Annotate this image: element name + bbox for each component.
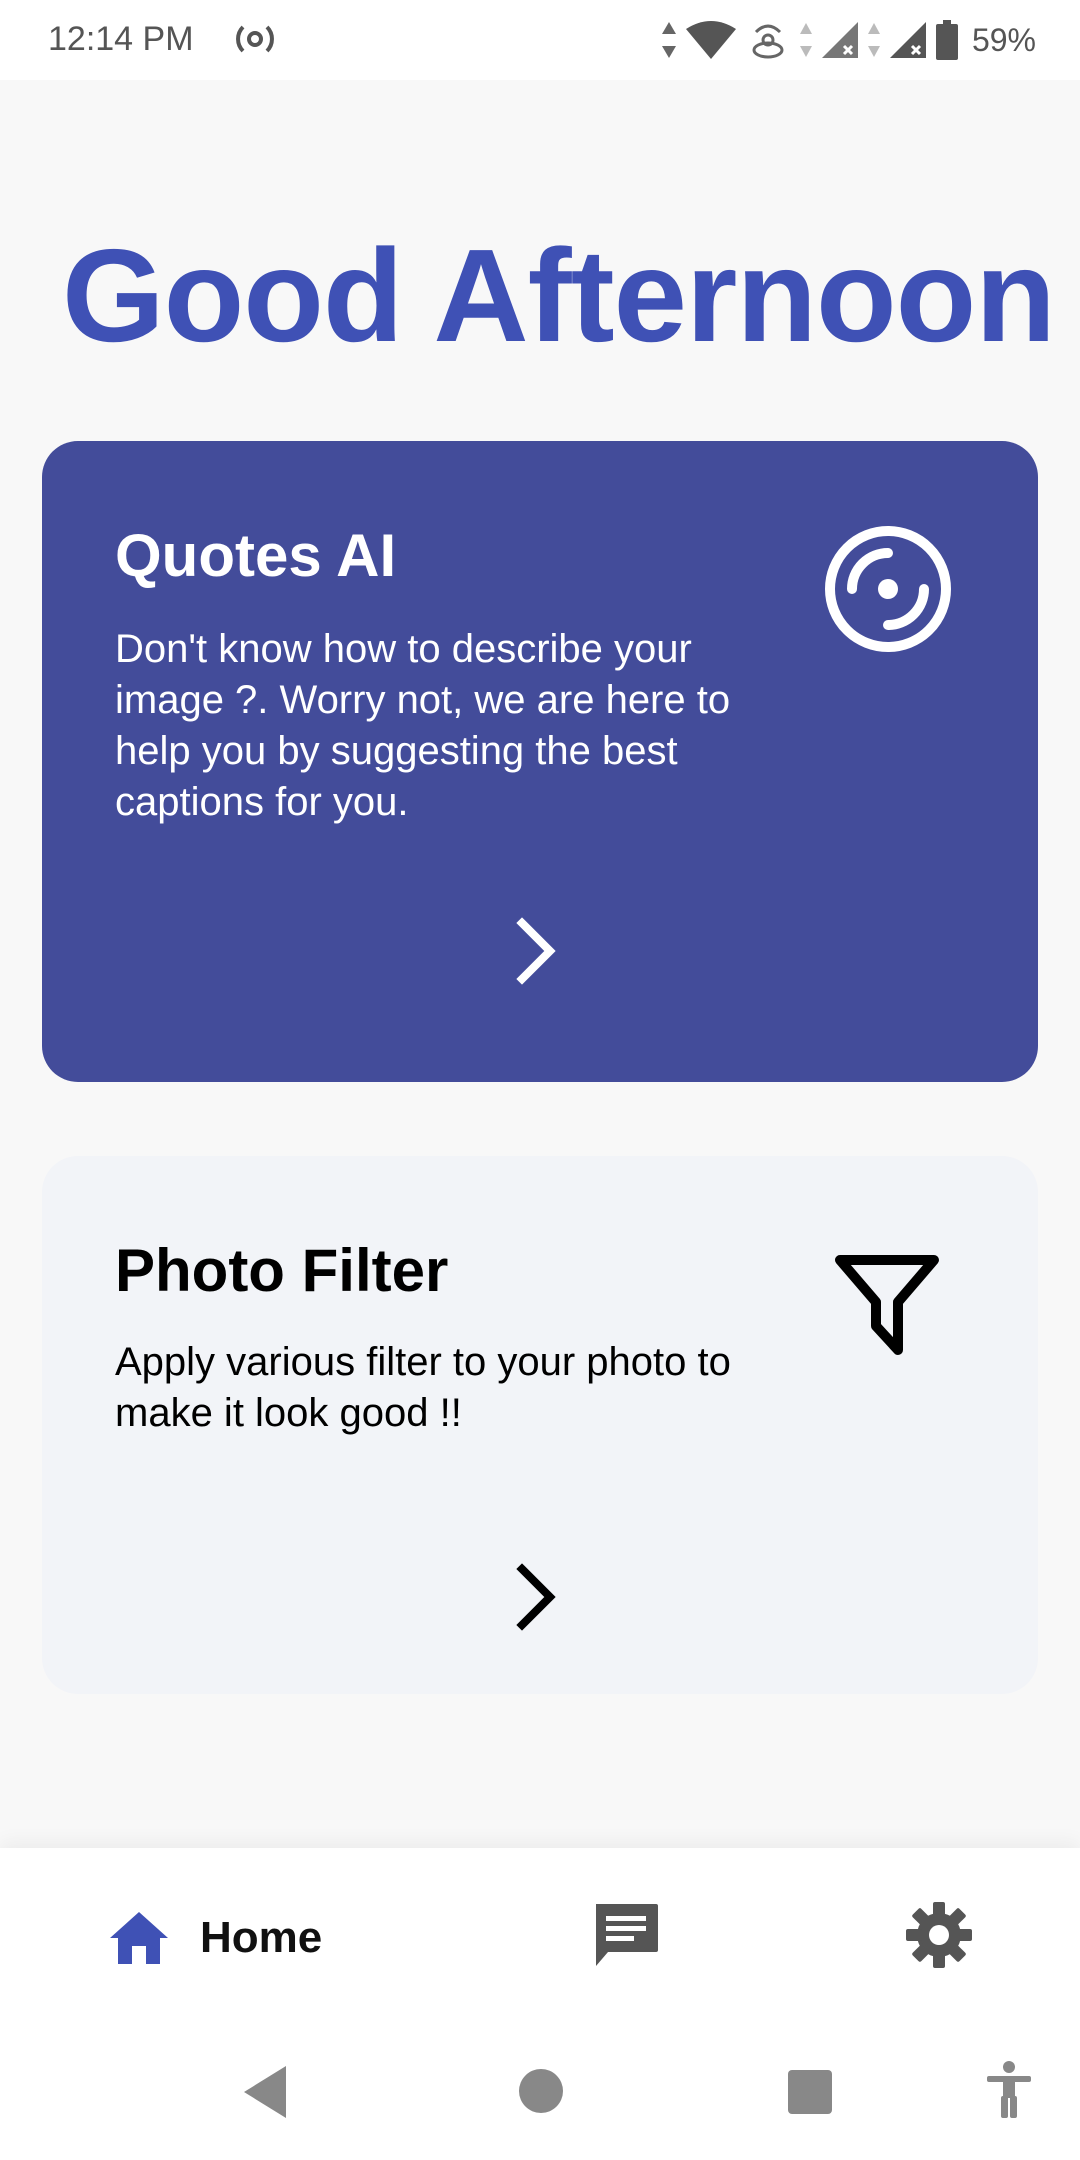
home-icon — [110, 1912, 168, 1964]
card-description: Don't know how to describe your image ?.… — [115, 627, 731, 824]
card-description: Apply various filter to your photo to ma… — [115, 1340, 731, 1435]
card-title: Photo Filter — [115, 1237, 449, 1304]
home-circle-icon[interactable] — [516, 2066, 566, 2116]
data-arrows-icon — [799, 23, 812, 57]
bottom-navigation: Home — [0, 1848, 1080, 2032]
chevron-right-icon[interactable] — [512, 1561, 562, 1633]
recents-icon[interactable] — [786, 2068, 834, 2116]
signal-icon — [821, 22, 858, 58]
signal-icon — [889, 22, 926, 58]
nav-item-home[interactable]: Home — [108, 1898, 322, 1978]
card-title: Quotes AI — [115, 522, 397, 589]
chat-icon[interactable] — [590, 1900, 662, 1972]
data-arrows-icon — [661, 22, 676, 58]
gear-icon[interactable] — [904, 1900, 974, 1970]
system-navigation-bar — [0, 2032, 1080, 2160]
wifi-icon — [685, 21, 736, 59]
greeting-title: Good Afternoon — [62, 222, 1056, 369]
back-icon[interactable] — [240, 2062, 290, 2122]
hotspot-icon — [752, 24, 784, 59]
status-time: 12:14 PM — [48, 20, 194, 58]
photo-filter-card[interactable]: Photo Filter Apply various filter to you… — [42, 1156, 1038, 1694]
battery-icon — [935, 20, 958, 60]
status-bar: 12:14 PM 59% — [0, 0, 1080, 80]
status-icons: 59% — [661, 14, 1036, 66]
radio-icon — [236, 25, 274, 53]
data-arrows-icon — [867, 23, 880, 57]
battery-percent: 59% — [971, 21, 1036, 58]
disc-icon — [825, 526, 951, 652]
nav-home-label: Home — [200, 1913, 323, 1962]
chevron-right-icon[interactable] — [512, 915, 562, 987]
filter-icon — [835, 1255, 939, 1355]
quotes-ai-card[interactable]: Quotes AI Don't know how to describe you… — [42, 441, 1038, 1082]
accessibility-icon[interactable] — [984, 2060, 1034, 2120]
